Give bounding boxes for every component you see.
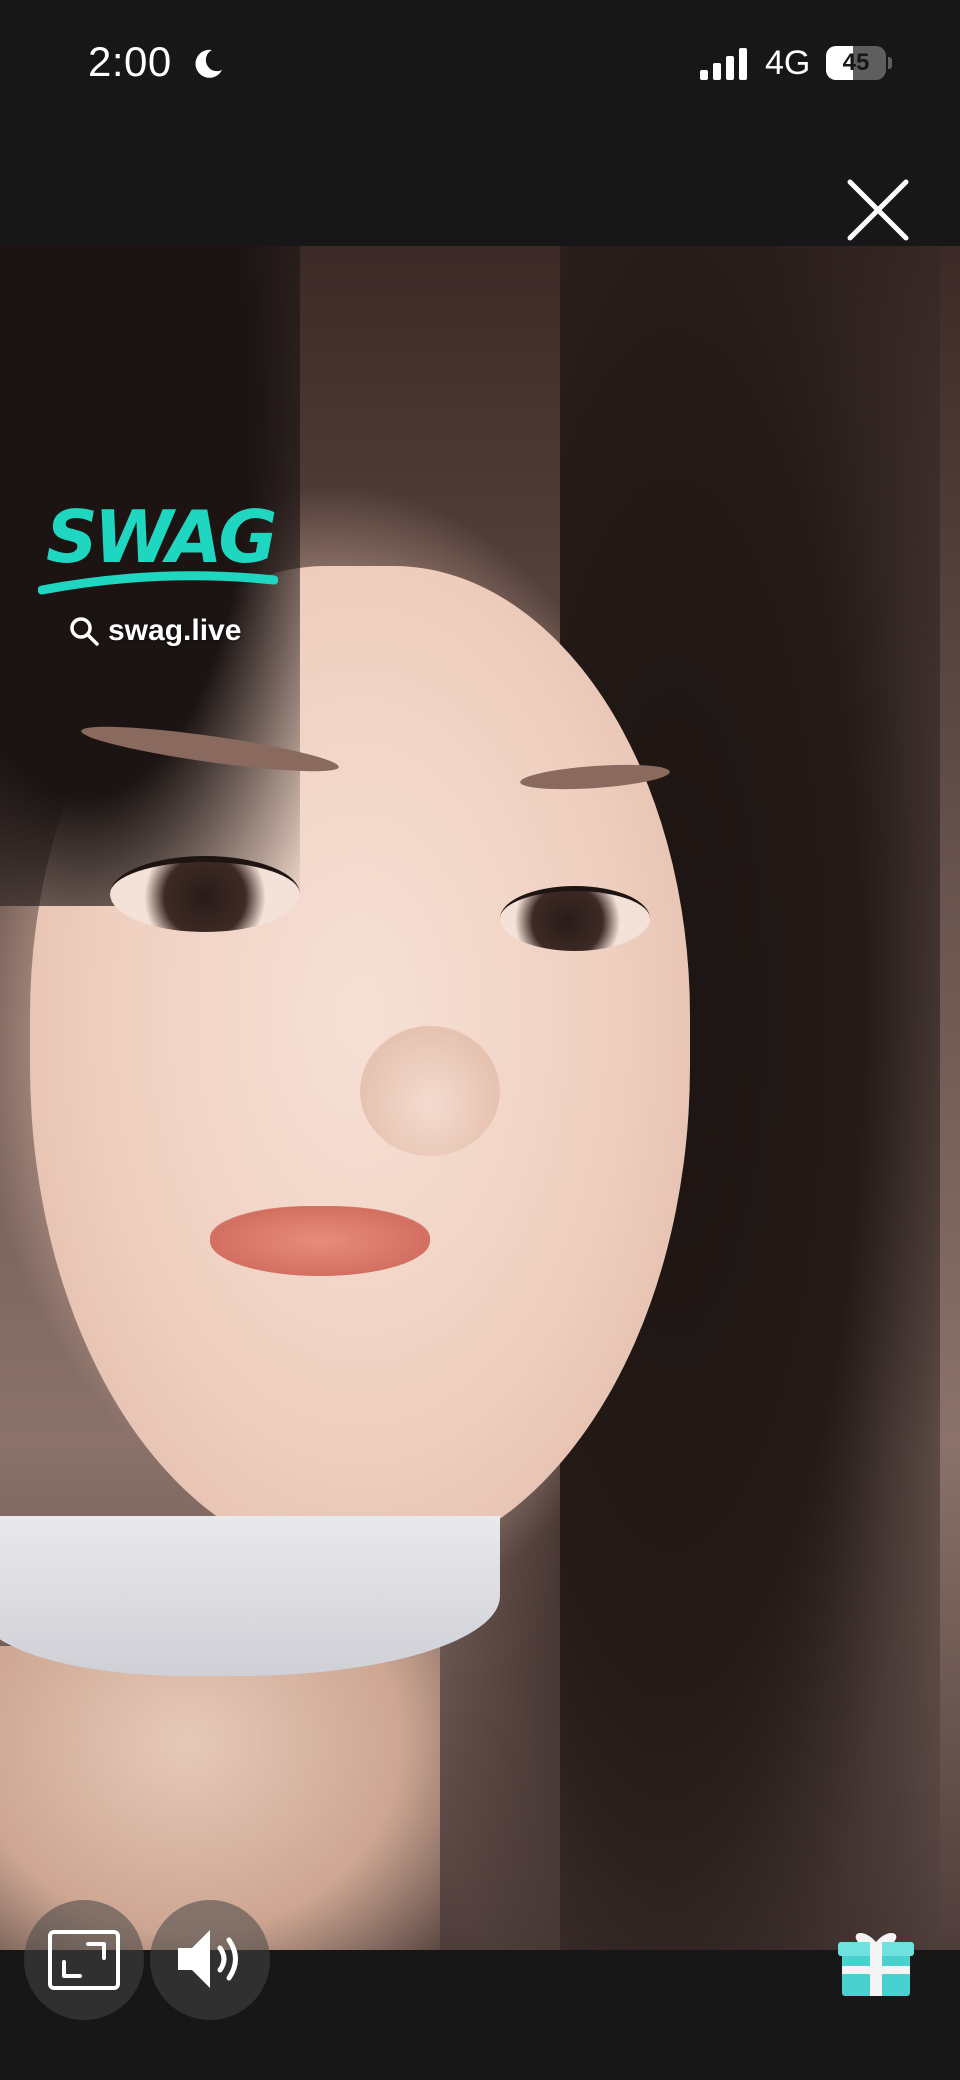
swag-logo: SWAG bbox=[37, 495, 279, 595]
gift-icon[interactable] bbox=[836, 1926, 916, 2000]
watermark-url: swag.live bbox=[108, 614, 242, 647]
watermark-url-row: swag.live bbox=[68, 614, 241, 648]
signal-bars-icon bbox=[700, 48, 747, 80]
network-type: 4G bbox=[765, 44, 811, 82]
live-stream-screen: 2:00 4G 45 SWAG swag.live bbox=[0, 0, 960, 2080]
video-scene-eye bbox=[110, 856, 300, 932]
speaker-volume-icon[interactable] bbox=[174, 1926, 246, 1992]
moon-icon bbox=[195, 49, 222, 78]
svg-text:SWAG: SWAG bbox=[46, 495, 274, 579]
video-scene-nose bbox=[360, 1026, 500, 1156]
search-icon bbox=[70, 617, 99, 646]
battery-icon: 45 bbox=[826, 46, 892, 80]
battery-body: 45 bbox=[826, 46, 886, 80]
close-icon[interactable] bbox=[840, 172, 916, 248]
swag-watermark: SWAG swag.live bbox=[37, 492, 288, 662]
video-scene-eye bbox=[500, 886, 650, 951]
fullscreen-icon[interactable] bbox=[46, 1928, 122, 1992]
battery-percent: 45 bbox=[842, 49, 870, 76]
status-time: 2:00 bbox=[88, 38, 172, 85]
control-bar bbox=[0, 1950, 960, 2080]
video-scene-garment bbox=[0, 1516, 500, 1676]
video-scene-lips bbox=[210, 1206, 430, 1276]
status-bar: 2:00 4G 45 bbox=[0, 0, 960, 130]
battery-cap bbox=[888, 57, 892, 69]
